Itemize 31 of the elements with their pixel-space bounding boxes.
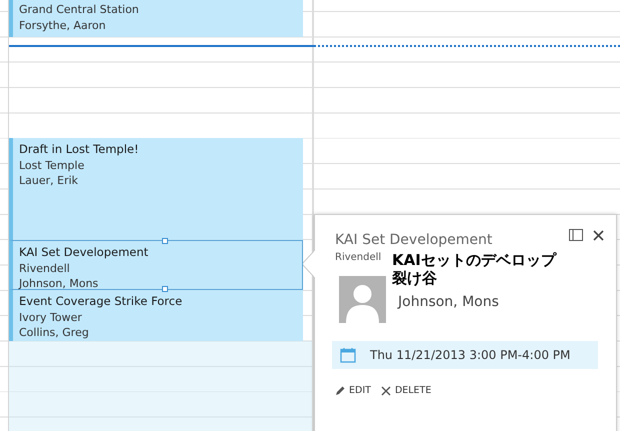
event-organizer: Forsythe, Aaron (19, 18, 106, 33)
pencil-icon (335, 386, 345, 396)
organizer-name: Johnson, Mons (398, 294, 499, 310)
popup-title: KAI Set Developement (335, 232, 492, 248)
translation-text: 裂け谷 (392, 269, 438, 287)
expand-icon[interactable] (569, 229, 583, 241)
event-title: Draft in Lost Temple! (19, 142, 139, 158)
event-location: Rivendell (19, 260, 70, 276)
event-block[interactable]: Grand Central Station Forsythe, Aaron (9, 0, 303, 37)
event-title: KAI Set Developement (19, 245, 148, 260)
event-location: Lost Temple (19, 158, 84, 173)
avatar-icon (339, 276, 386, 323)
resize-handle[interactable] (162, 238, 168, 244)
calendar-icon (340, 347, 356, 363)
translation-text: KAIセットのデベロップ (392, 251, 556, 269)
event-block[interactable]: Event Coverage Strike Force Ivory Tower Collins, Greg (9, 290, 303, 341)
edit-button[interactable]: EDIT (335, 385, 371, 396)
delete-button[interactable]: DELETE (380, 385, 432, 396)
event-time: Thu 11/21/2013 3:00 PM-4:00 PM (370, 348, 570, 362)
event-organizer: Johnson, Mons (19, 276, 98, 292)
event-organizer: Lauer, Erik (19, 173, 78, 188)
popup-location: Rivendell (335, 252, 382, 263)
resize-handle[interactable] (162, 286, 168, 292)
event-block[interactable]: KAI Set Developement Rivendell Johnson, Mons (9, 240, 303, 290)
event-location: Ivory Tower (19, 310, 82, 325)
close-icon[interactable] (593, 230, 604, 241)
event-organizer: Collins, Greg (19, 325, 89, 340)
event-block[interactable]: Draft in Lost Temple! Lost Temple Lauer, Erik (9, 138, 303, 240)
close-icon (380, 386, 391, 396)
event-location: Grand Central Station (19, 2, 139, 18)
event-title: Event Coverage Strike Force (19, 294, 182, 310)
